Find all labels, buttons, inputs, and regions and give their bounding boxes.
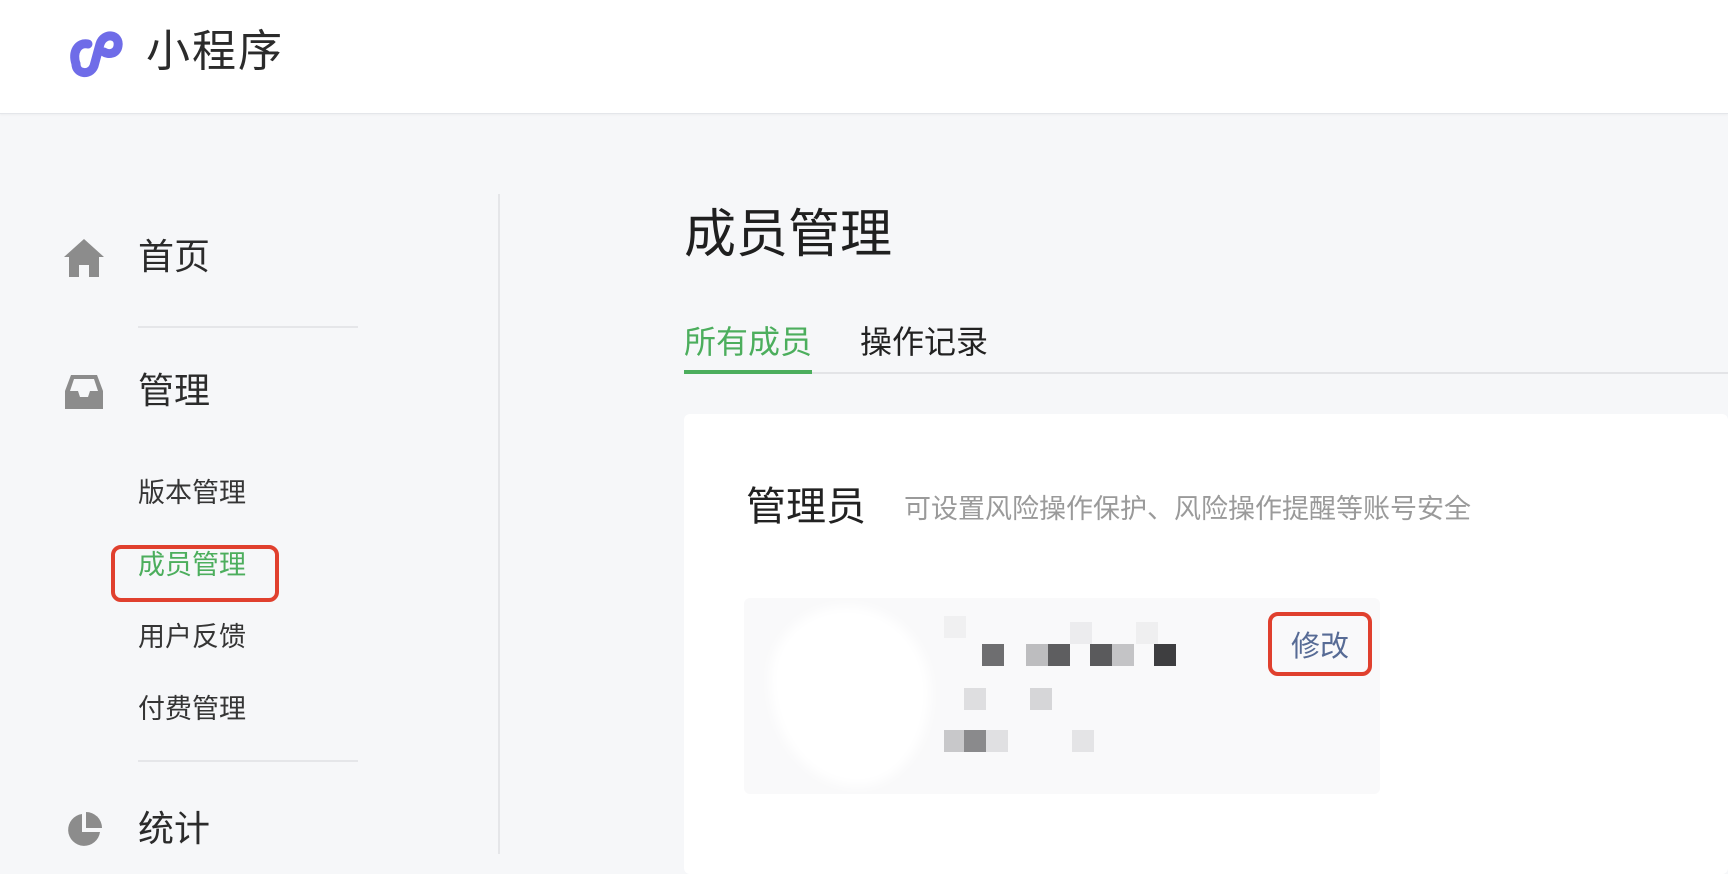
obscured-text [982,644,1004,666]
obscured-text [1026,644,1048,666]
pie-chart-icon [60,806,108,854]
page-title: 成员管理 [684,205,893,265]
sidebar-item-label: 统计 [138,809,211,850]
obscured-text [1072,730,1094,752]
sidebar-item-version-management[interactable]: 版本管理 [138,476,246,512]
obscured-text [964,688,986,710]
obscured-text [944,730,966,752]
obscured-text [986,730,1008,752]
tab-operation-log[interactable]: 操作记录 [860,314,988,370]
sidebar-divider [138,326,358,328]
obscured-text [944,616,966,638]
obscured-text [1136,622,1158,644]
section-description: 可设置风险操作保护、风险操作提醒等账号安全 [904,494,1471,525]
admin-member-item: 修改 [744,598,1380,794]
sidebar-item-statistics[interactable]: 统计 [60,806,210,854]
sidebar-item-label: 首页 [138,237,211,278]
highlight-box [111,545,279,602]
obscured-text [1070,622,1092,644]
sidebar-divider [138,760,358,762]
section-title: 管理员 [746,484,866,530]
mini-program-logo-icon[interactable] [64,22,128,82]
top-bar: 小程序 [0,0,1728,114]
main-content: 成员管理 所有成员 操作记录 管理员 可设置风险操作保护、风险操作提醒等账号安全 [684,114,1728,874]
sidebar-item-manage[interactable]: 管理 [60,368,210,416]
sidebar: 首页 管理 版本管理 成员管理 用户反馈 付费管理 统计 [0,114,500,854]
sidebar-item-home[interactable]: 首页 [60,234,210,282]
obscured-text [964,730,986,752]
tab-bar: 所有成员 操作记录 [684,314,1728,374]
app-name: 小程序 [146,26,284,77]
obscured-text [1048,644,1070,666]
obscured-text [1090,644,1112,666]
inbox-icon [60,368,108,416]
home-icon [60,234,108,282]
sidebar-item-label: 管理 [138,371,211,412]
sidebar-vertical-divider [498,194,500,854]
avatar [770,606,930,786]
obscured-text [1030,688,1052,710]
obscured-text [1154,644,1176,666]
sidebar-item-user-feedback[interactable]: 用户反馈 [138,620,246,656]
modify-button[interactable]: 修改 [1268,612,1372,676]
admin-card: 管理员 可设置风险操作保护、风险操作提醒等账号安全 修改 [684,414,1728,874]
sidebar-item-payment-management[interactable]: 付费管理 [138,692,246,728]
obscured-text [1112,644,1134,666]
tab-all-members[interactable]: 所有成员 [684,314,813,374]
